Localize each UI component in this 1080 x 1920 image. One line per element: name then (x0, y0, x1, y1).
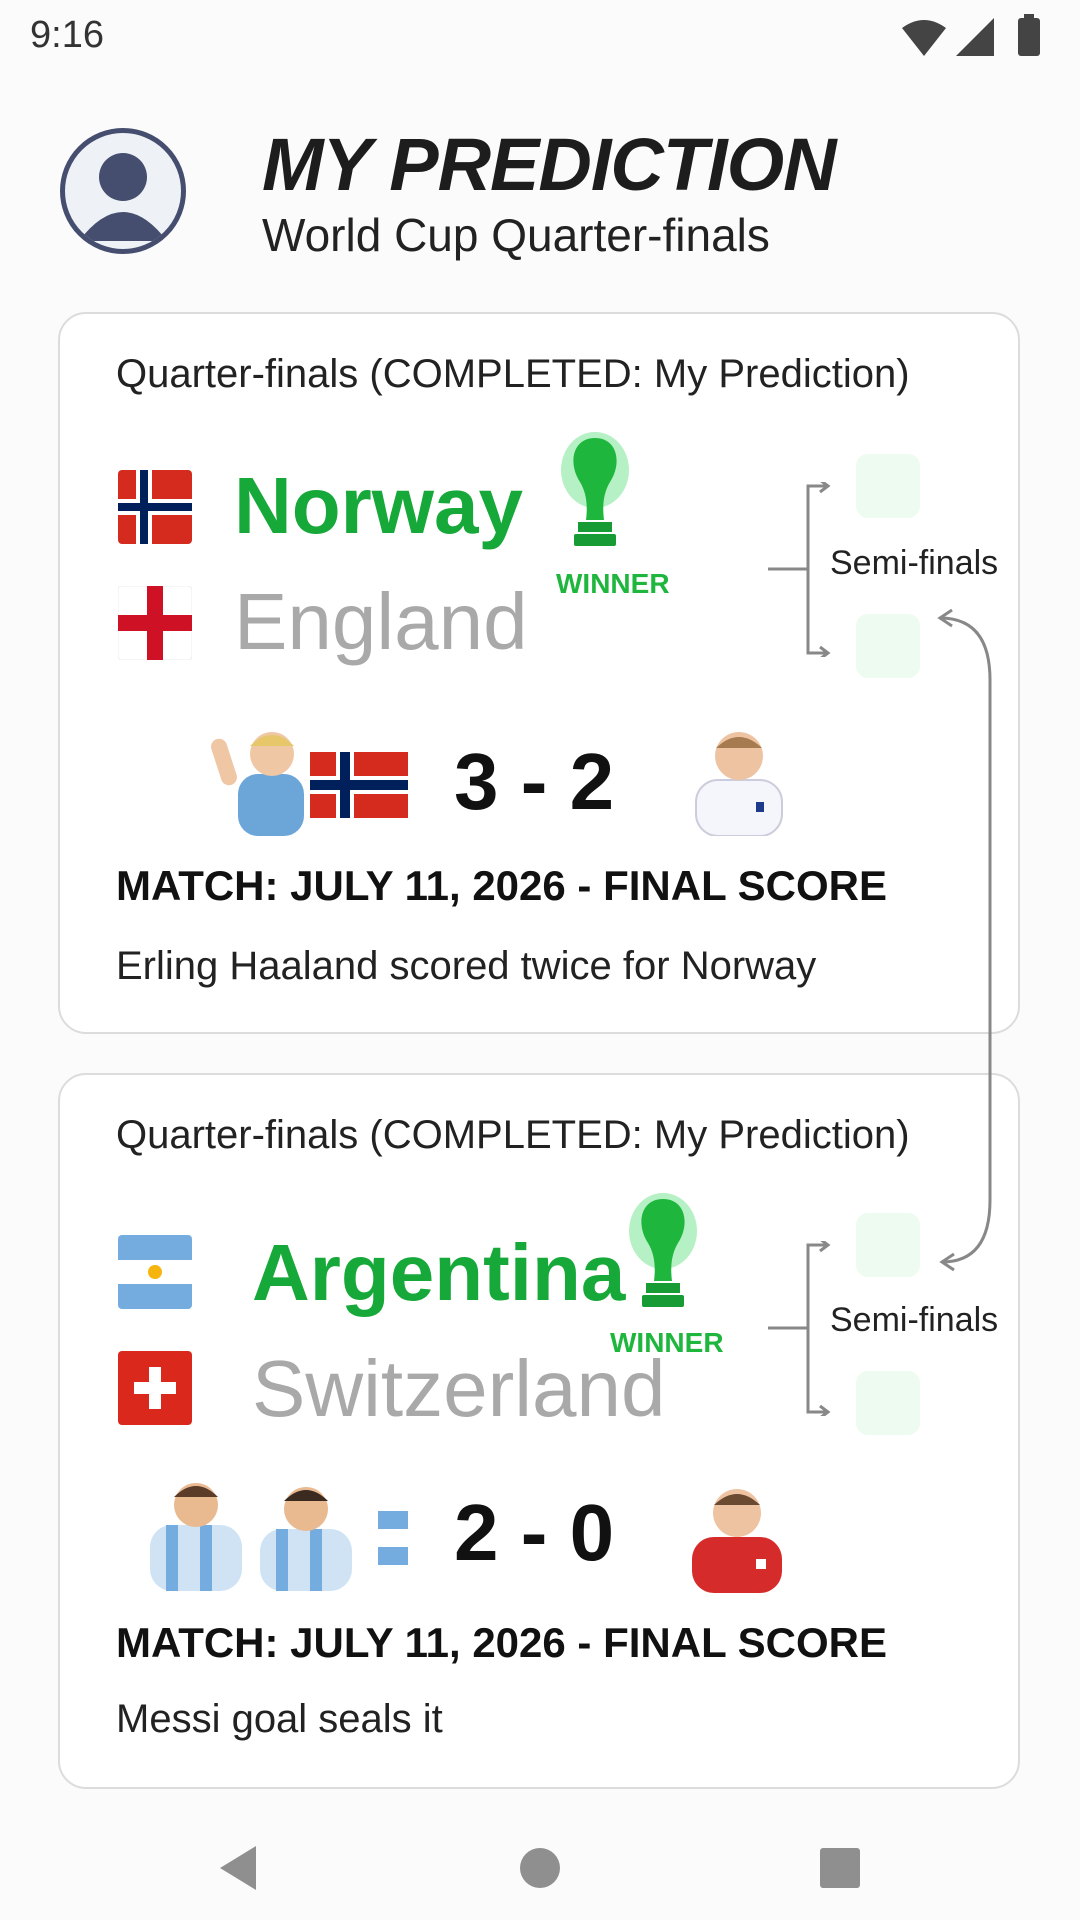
semi-slot-bottom (856, 614, 920, 678)
match-score: 3 - 2 (454, 737, 615, 826)
semi-slot-top (856, 1213, 920, 1277)
match-card-norway-england[interactable]: Quarter-finals (COMPLETED: My Prediction… (58, 312, 1020, 1034)
match-note: Messi goal seals it (116, 1697, 443, 1741)
match-card-argentina-switzerland[interactable]: Quarter-finals (COMPLETED: My Prediction… (58, 1073, 1020, 1789)
match-score: 2 - 0 (454, 1488, 615, 1577)
recents-icon[interactable] (810, 1840, 870, 1896)
kane-player-image (695, 732, 783, 836)
match-date-info: MATCH: JULY 11, 2026 - FINAL SCORE (116, 862, 887, 909)
winner-badge: WINNER (556, 568, 670, 599)
status-icons (902, 14, 1040, 56)
status-time: 9:16 (30, 14, 104, 56)
trophy-icon (561, 432, 629, 546)
match-date-info: MATCH: JULY 11, 2026 - FINAL SCORE (116, 1619, 887, 1666)
semi-slot-top (856, 454, 920, 518)
battery-icon (1018, 18, 1040, 56)
argentina-flag-score-icon (378, 1511, 408, 1565)
swiss-player-image (692, 1489, 782, 1593)
system-nav-bar (0, 1810, 1080, 1920)
signal-icon (956, 18, 994, 56)
status-bar: 9:16 (0, 0, 1080, 80)
norway-flag-score-icon (310, 752, 408, 818)
semi-slot-bottom (856, 1371, 920, 1435)
argentina-flag-icon (118, 1235, 192, 1309)
trophy-icon (629, 1193, 697, 1307)
next-round-label: Semi-finals (830, 1301, 999, 1339)
page-subtitle: World Cup Quarter-finals (262, 209, 770, 261)
winner-team-name: Argentina (252, 1228, 626, 1317)
stage-label: Quarter-finals (COMPLETED: My Prediction… (116, 352, 910, 396)
header: MY PREDICTION World Cup Quarter-finals (0, 120, 1080, 270)
loser-team-name: England (234, 577, 528, 666)
next-round-label: Semi-finals (830, 544, 999, 582)
norway-flag-icon (118, 470, 192, 544)
back-icon[interactable] (208, 1840, 268, 1896)
stage-label: Quarter-finals (COMPLETED: My Prediction… (116, 1113, 910, 1157)
winner-badge: WINNER (610, 1327, 724, 1358)
switzerland-flag-icon (118, 1351, 192, 1425)
winner-team-name: Norway (234, 461, 523, 550)
wifi-icon (902, 20, 946, 56)
home-icon[interactable] (510, 1840, 570, 1896)
page-title: MY PREDICTION (262, 123, 837, 206)
user-avatar-icon[interactable] (60, 128, 186, 254)
argentina-players-image (150, 1483, 352, 1591)
england-flag-icon (118, 586, 192, 660)
match-note: Erling Haaland scored twice for Norway (116, 944, 817, 988)
loser-team-name: Switzerland (252, 1344, 666, 1433)
